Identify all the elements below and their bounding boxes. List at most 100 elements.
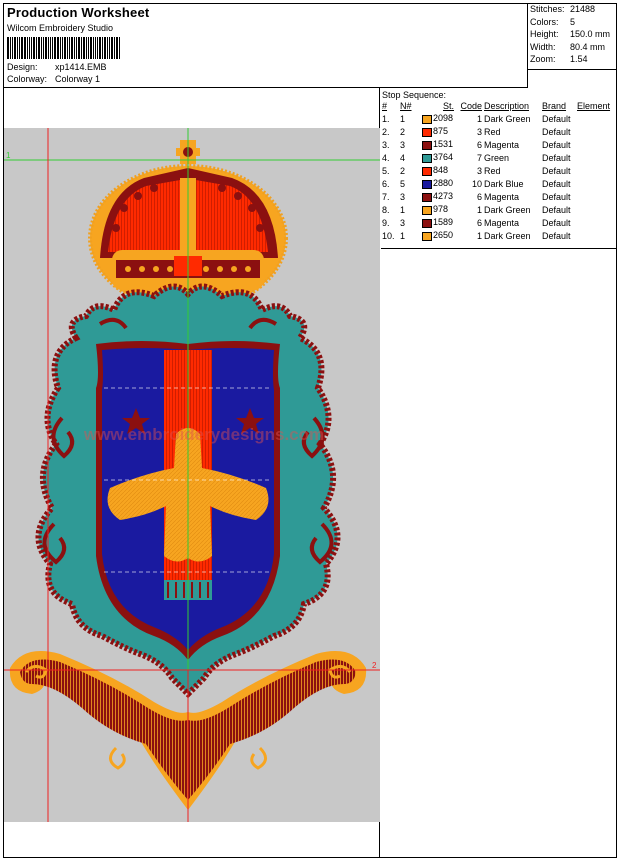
color-swatch bbox=[422, 192, 432, 202]
row-element bbox=[577, 125, 612, 138]
row-brand: Default bbox=[542, 230, 571, 241]
row-code: 3 bbox=[476, 126, 482, 137]
row-stitches: 4273 bbox=[422, 190, 456, 203]
row-needle: 1 bbox=[400, 204, 406, 215]
stop-sequence-table: # N# St. Code Description Brand Element … bbox=[382, 100, 612, 242]
row-description: Red bbox=[484, 165, 501, 176]
row-description: Magenta bbox=[484, 139, 520, 150]
color-swatch bbox=[422, 218, 432, 228]
table-row: 9. 3 1589 6 Magenta Default bbox=[382, 216, 612, 229]
row-needle: 2 bbox=[400, 126, 406, 137]
row-description: Red bbox=[484, 126, 501, 137]
stitch-count: 978 bbox=[433, 204, 449, 215]
row-code: 3 bbox=[476, 165, 482, 176]
design-row: Design: xp1414.EMB bbox=[7, 62, 107, 72]
stitch-count: 4273 bbox=[433, 191, 454, 202]
col-element: Element bbox=[577, 101, 611, 111]
color-swatch bbox=[422, 231, 432, 241]
row-index: 5. bbox=[382, 165, 390, 176]
row-brand: Default bbox=[542, 126, 571, 137]
row-stitches: 848 bbox=[422, 164, 456, 177]
row-code: 10 bbox=[471, 178, 482, 189]
stat-value: 80.4 mm bbox=[570, 41, 606, 52]
color-swatch bbox=[422, 205, 432, 215]
color-swatch bbox=[422, 114, 432, 124]
col-needle: N# bbox=[400, 101, 412, 111]
design-value: xp1414.EMB bbox=[55, 62, 107, 72]
color-swatch bbox=[422, 127, 432, 137]
row-brand: Default bbox=[542, 191, 571, 202]
stitch-count: 1589 bbox=[433, 217, 454, 228]
stat-height: Height: 150.0 mm bbox=[528, 29, 617, 42]
row-element bbox=[577, 138, 612, 151]
stat-label: Height: bbox=[530, 29, 559, 39]
stitch-count: 2880 bbox=[433, 178, 454, 189]
row-code: 6 bbox=[476, 191, 482, 202]
row-stitches: 1531 bbox=[422, 138, 456, 151]
row-index: 4. bbox=[382, 152, 390, 163]
row-brand: Default bbox=[542, 204, 571, 215]
start-marker: 1 bbox=[6, 151, 11, 160]
color-swatch bbox=[422, 179, 432, 189]
row-element bbox=[577, 177, 612, 190]
table-row: 7. 3 4273 6 Magenta Default bbox=[382, 190, 612, 203]
row-stitches: 978 bbox=[422, 203, 456, 216]
row-description: Magenta bbox=[484, 217, 520, 228]
row-code: 1 bbox=[476, 230, 482, 241]
row-needle: 1 bbox=[400, 113, 406, 124]
row-description: Magenta bbox=[484, 191, 520, 202]
row-needle: 2 bbox=[400, 165, 406, 176]
stat-value: 1.54 bbox=[570, 54, 588, 64]
design-preview: 1 2 www.embroiderydesigns.com bbox=[4, 88, 380, 858]
design-stats: Stitches: 21488 Colors: 5 Height: 150.0 mm … bbox=[528, 4, 617, 70]
stat-value: 5 bbox=[570, 16, 576, 27]
stat-zoom: Zoom: 1.54 bbox=[528, 54, 617, 67]
table-header-row: # N# St. Code Description Brand Element bbox=[382, 100, 612, 112]
col-code: Code bbox=[460, 101, 482, 111]
color-swatch bbox=[422, 166, 432, 176]
row-index: 2. bbox=[382, 126, 390, 137]
row-brand: Default bbox=[542, 113, 571, 124]
stat-label: Width: bbox=[530, 41, 556, 52]
row-element bbox=[577, 112, 612, 125]
stop-sequence-title: Stop Sequence: bbox=[382, 90, 447, 100]
row-needle: 3 bbox=[400, 139, 406, 150]
row-index: 1. bbox=[382, 113, 390, 124]
row-brand: Default bbox=[542, 165, 571, 176]
row-brand: Default bbox=[542, 139, 571, 150]
colorway-row: Colorway: Colorway 1 bbox=[7, 74, 100, 84]
color-swatch bbox=[422, 140, 432, 150]
row-index: 3. bbox=[382, 139, 390, 150]
row-index: 8. bbox=[382, 204, 390, 215]
stop-sequence-divider bbox=[381, 248, 617, 249]
row-description: Dark Blue bbox=[484, 178, 524, 189]
row-needle: 1 bbox=[400, 230, 406, 241]
row-index: 6. bbox=[382, 178, 390, 189]
color-swatch bbox=[422, 153, 432, 163]
stop-sequence-panel: Stop Sequence: # N# St. Code Description… bbox=[381, 88, 617, 858]
row-needle: 3 bbox=[400, 217, 406, 228]
row-index: 10. bbox=[382, 230, 395, 241]
row-needle: 3 bbox=[400, 191, 406, 202]
row-brand: Default bbox=[542, 152, 571, 163]
row-element bbox=[577, 203, 612, 216]
row-needle: 4 bbox=[400, 152, 406, 163]
table-row: 5. 2 848 3 Red Default bbox=[382, 164, 612, 177]
row-element bbox=[577, 164, 612, 177]
colorway-value: Colorway 1 bbox=[55, 74, 101, 84]
table-row: 1. 1 2098 1 Dark Green Default bbox=[382, 112, 612, 125]
row-description: Green bbox=[484, 152, 510, 163]
row-index: 9. bbox=[382, 217, 390, 228]
watermark-text: www.embroiderydesigns.com bbox=[83, 425, 324, 444]
row-code: 1 bbox=[476, 204, 482, 215]
row-element bbox=[577, 216, 612, 229]
col-brand: Brand bbox=[542, 101, 567, 111]
row-element bbox=[577, 229, 612, 242]
row-code: 1 bbox=[476, 113, 482, 124]
worksheet-header: Production Worksheet Wilcom Embroidery S… bbox=[4, 4, 528, 88]
row-description: Dark Green bbox=[484, 204, 531, 215]
stat-stitches: Stitches: 21488 bbox=[528, 4, 617, 17]
row-stitches: 3764 bbox=[422, 151, 456, 164]
stitch-count: 2650 bbox=[433, 230, 454, 241]
row-stitches: 1589 bbox=[422, 216, 456, 229]
